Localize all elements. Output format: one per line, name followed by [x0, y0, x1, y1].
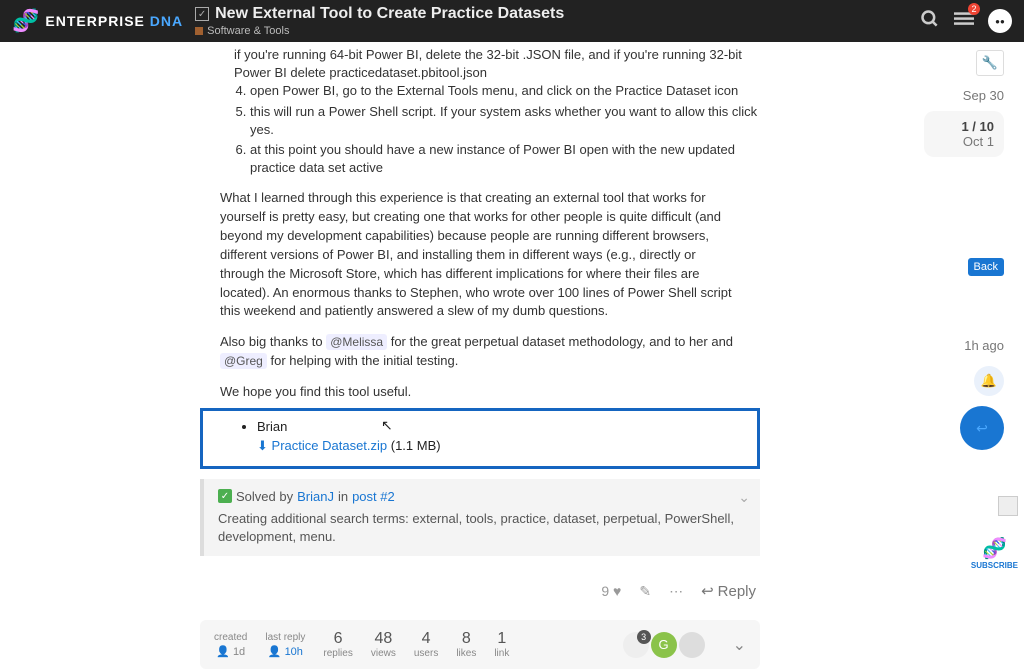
back-button[interactable]: Back	[968, 258, 1004, 276]
chevron-down-icon[interactable]: ⌄	[733, 635, 746, 655]
wrench-icon[interactable]: 🔧	[976, 50, 1004, 76]
chat-widget[interactable]	[998, 496, 1018, 516]
dna-icon: 🧬	[971, 536, 1018, 561]
cursor-icon: ↖	[381, 417, 393, 434]
timeline-scroller[interactable]: 1 / 10 Oct 1	[924, 111, 1004, 157]
topic-stats: created 👤 1d last reply 👤 10h 6replies 4…	[200, 620, 760, 669]
solved-check-icon: ✓	[195, 7, 209, 21]
more-icon[interactable]: ⋯	[669, 583, 683, 600]
mention[interactable]: @Melissa	[326, 334, 387, 350]
step-item: open Power BI, go to the External Tools …	[250, 82, 760, 100]
dna-icon: 🧬	[12, 8, 39, 34]
topic-title[interactable]: New External Tool to Create Practice Dat…	[215, 5, 564, 23]
title-block: ✓ New External Tool to Create Practice D…	[195, 5, 920, 37]
menu-icon[interactable]: 2	[954, 9, 974, 34]
step-item: this will run a Power Shell script. If y…	[250, 103, 760, 139]
timeline-end-date: Oct 1	[934, 134, 994, 149]
heart-icon: ♥	[613, 583, 621, 599]
logo[interactable]: 🧬 ENTERPRISE DNA	[12, 8, 183, 34]
stat-likes: 8likes	[456, 630, 476, 659]
download-icon: ⬇	[257, 438, 268, 453]
paragraph: Also big thanks to @Melissa for the grea…	[220, 333, 740, 371]
timeline: 🔧 Sep 30 1 / 10 Oct 1 Back 1h ago 🔔 ↩	[904, 42, 1004, 669]
reply-icon: ↩	[701, 582, 714, 600]
category-dot-icon	[195, 27, 203, 35]
category-label: Software & Tools	[207, 25, 289, 37]
reply-fab[interactable]: ↩	[960, 406, 1004, 450]
timeline-start-date[interactable]: Sep 30	[904, 88, 1004, 103]
edit-icon[interactable]: ✎	[639, 583, 651, 600]
stat-views: 48views	[371, 630, 396, 659]
notification-badge: 2	[968, 3, 980, 15]
subscribe-button[interactable]: 🧬 SUBSCRIBE	[971, 536, 1018, 570]
user-avatar[interactable]: ●●	[988, 9, 1012, 33]
timeline-position: 1 / 10	[934, 119, 994, 134]
avatar[interactable]: G	[651, 632, 677, 658]
mention[interactable]: @Greg	[220, 353, 267, 369]
avatar[interactable]: 3	[623, 632, 649, 658]
like-count[interactable]: 9 ♥	[601, 583, 621, 599]
avatar-count-badge: 3	[637, 630, 651, 644]
search-icon[interactable]	[920, 9, 940, 34]
stat-created: created 👤 1d	[214, 632, 247, 658]
chevron-down-icon[interactable]: ⌄	[738, 489, 750, 506]
timeline-ago[interactable]: 1h ago	[964, 338, 1004, 353]
stat-link: 1link	[494, 630, 509, 659]
solved-excerpt: Creating additional search terms: extern…	[218, 510, 746, 546]
app-header: 🧬 ENTERPRISE DNA ✓ New External Tool to …	[0, 0, 1024, 42]
post-actions: 9 ♥ ✎ ⋯ ↩ Reply	[200, 574, 760, 620]
avatar-icon: 👤	[216, 646, 230, 658]
check-icon: ✓	[218, 489, 232, 503]
reply-button[interactable]: ↩ Reply	[701, 582, 756, 600]
step-item: if you're running 64-bit Power BI, delet…	[234, 46, 760, 82]
stat-last-reply[interactable]: last reply 👤 10h	[265, 632, 305, 658]
notification-bell-icon[interactable]: 🔔	[974, 366, 1004, 396]
list-item: Brian ⬇ Practice Dataset.zip (1.1 MB)	[257, 417, 743, 456]
post-body: . if you're running 64-bit Power BI, del…	[200, 42, 760, 669]
participant-avatars[interactable]: 3 G	[623, 632, 705, 658]
step-item: at this point you should have a new inst…	[250, 141, 760, 177]
avatar-icon: 👤	[268, 646, 282, 658]
attachment-highlight: ↖ Brian ⬇ Practice Dataset.zip (1.1 MB)	[200, 408, 760, 469]
paragraph: We hope you find this tool useful.	[220, 383, 740, 402]
file-link[interactable]: Practice Dataset.zip	[272, 438, 388, 453]
stat-users: 4users	[414, 630, 438, 659]
avatar[interactable]	[679, 632, 705, 658]
category-link[interactable]: Software & Tools	[195, 25, 920, 37]
logo-text: ENTERPRISE DNA	[45, 13, 183, 29]
stat-replies: 6replies	[323, 630, 352, 659]
solved-box[interactable]: ✓ Solved by BrianJ in post #2 ⌄ Creating…	[200, 479, 760, 556]
paragraph: What I learned through this experience i…	[220, 189, 740, 321]
